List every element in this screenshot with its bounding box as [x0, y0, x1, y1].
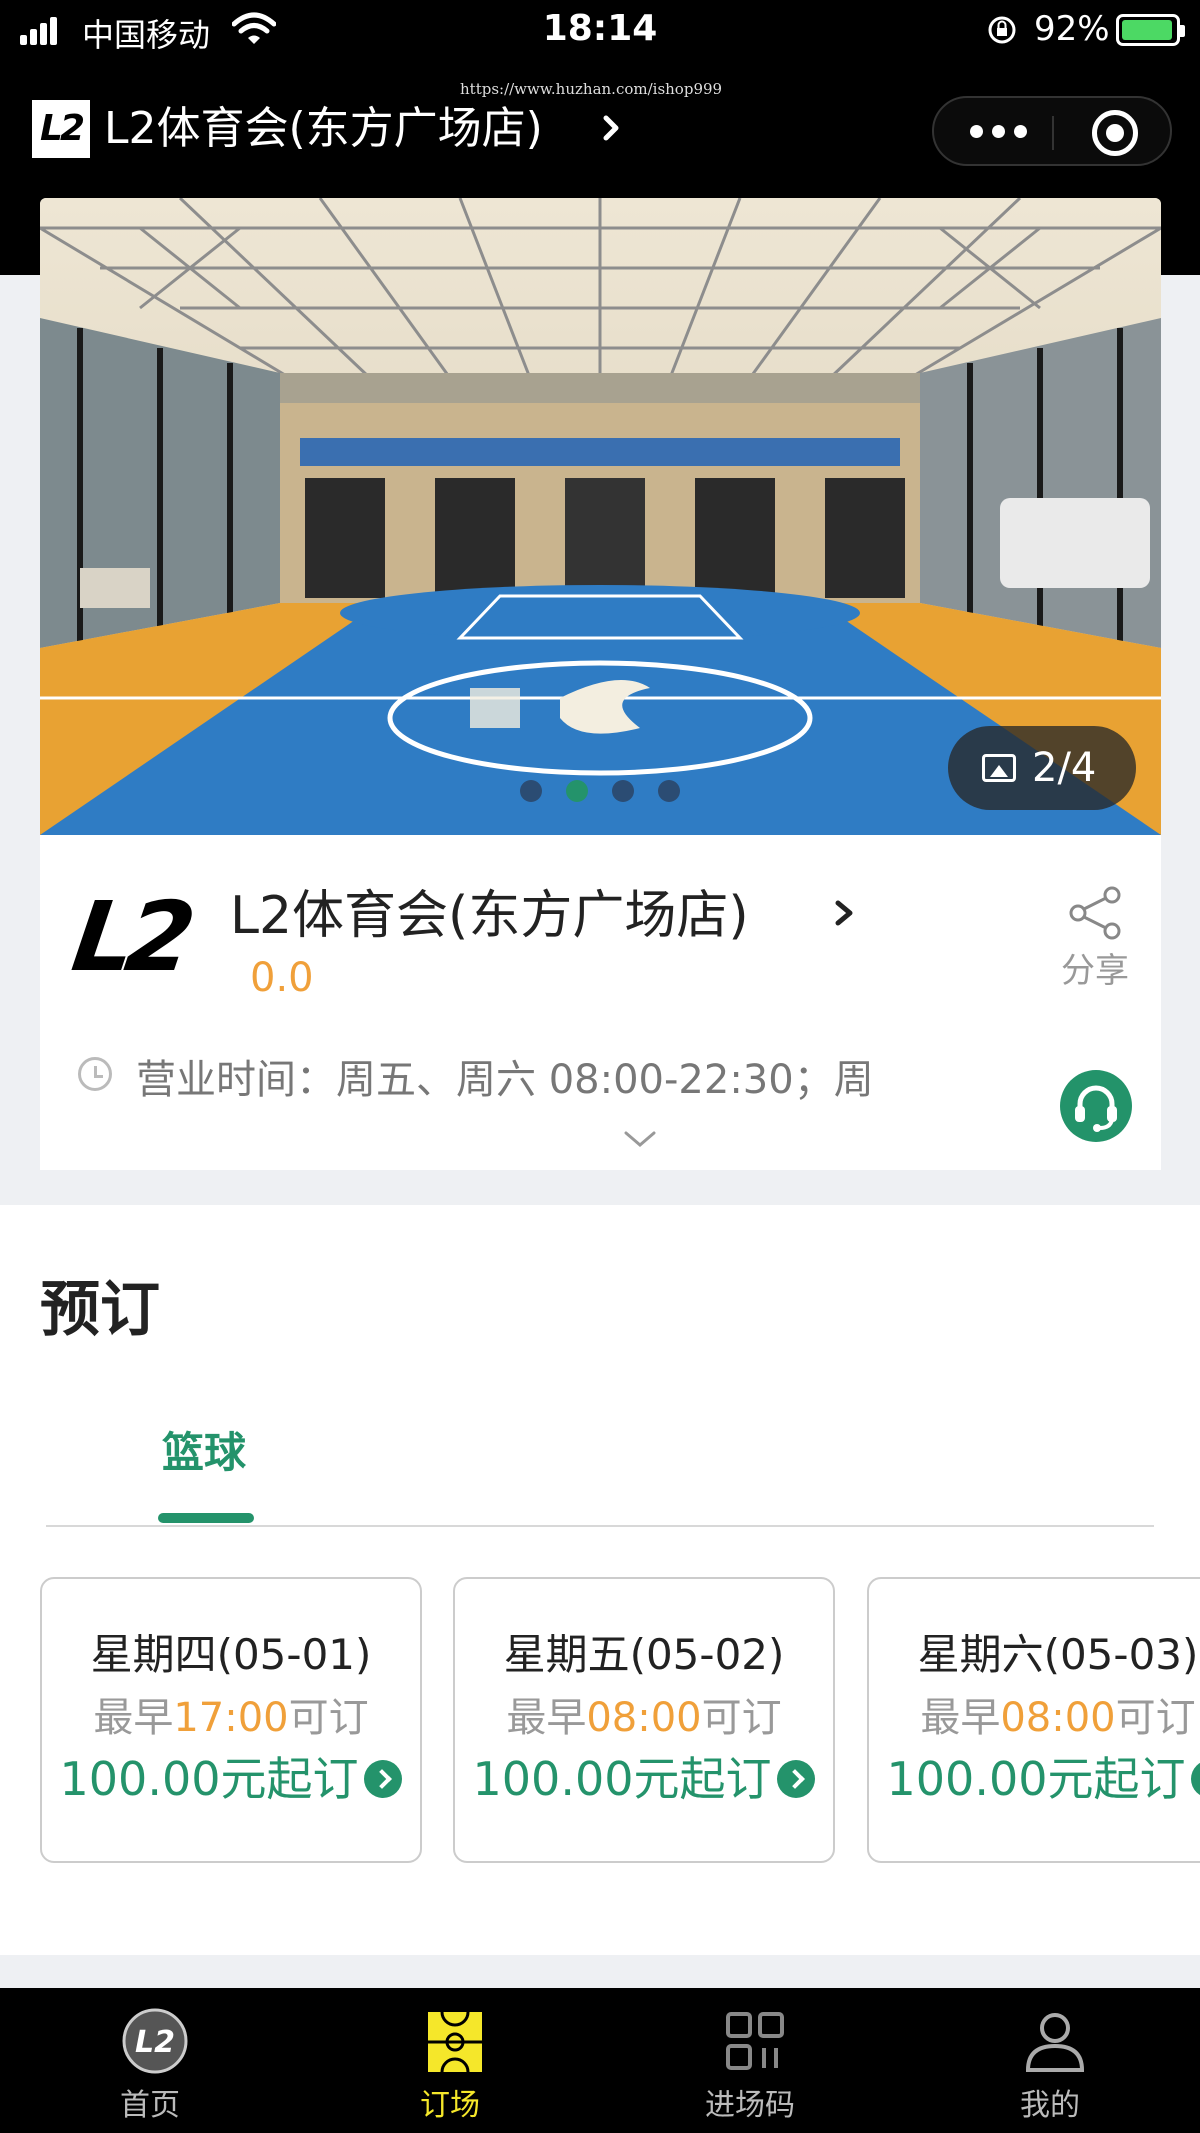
day-label: 星期五(05-02): [503, 1630, 785, 1679]
svg-text:L2: L2: [135, 2025, 175, 2060]
bottom-tab-bar: L2 首页 订场 进场码 我的: [0, 1988, 1200, 2133]
arrow-right-circle-icon[interactable]: [777, 1759, 816, 1798]
business-hours: 营业时间：周五、周六 08:00-22:30；周: [136, 1057, 874, 1103]
tab-booking[interactable]: 订场: [300, 1988, 600, 2133]
tab-entry-code[interactable]: 进场码: [600, 1988, 900, 2133]
nav-bar: L2 L2体育会(东方广场店): [0, 60, 1200, 195]
carousel-dot-active[interactable]: [566, 780, 588, 802]
photo-counter-badge[interactable]: 2/4: [948, 726, 1136, 810]
rotation-lock-icon: [988, 16, 1016, 44]
chevron-right-icon[interactable]: [600, 110, 624, 146]
earliest-time: 最早08:00可订: [506, 1695, 782, 1741]
day-card[interactable]: 星期五(05-02) 最早08:00可订 100.00元起订: [453, 1577, 835, 1863]
mini-program-capsule: [932, 96, 1172, 166]
chevron-down-icon[interactable]: [622, 1127, 658, 1151]
battery-icon: [1116, 14, 1185, 46]
carousel-dot[interactable]: [520, 780, 542, 802]
share-label[interactable]: 分享: [1040, 943, 1150, 992]
headset-icon: [1075, 1085, 1117, 1132]
tab-divider: [46, 1525, 1154, 1527]
photo-counter-text: 2/4: [1032, 745, 1097, 791]
tab-label: 订场: [420, 2088, 480, 2123]
carousel-dots: [520, 780, 720, 804]
tab-profile[interactable]: 我的: [900, 1988, 1200, 2133]
carousel-dot[interactable]: [612, 780, 634, 802]
start-price: 100.00元起订: [42, 1743, 420, 1809]
clock-icon: [78, 1057, 112, 1091]
venue-rating: 0.0: [250, 955, 314, 1001]
arrow-right-circle-icon[interactable]: [1191, 1759, 1200, 1798]
day-card[interactable]: 星期六(05-03) 最早08:00可订 100.00元起订: [867, 1577, 1200, 1863]
booking-section: 预订 篮球 星期四(05-01) 最早17:00可订 100.00元起订 星期五…: [0, 1205, 1200, 1955]
venue-name[interactable]: L2体育会(东方广场店): [230, 873, 749, 948]
qr-grid-icon: [726, 2012, 784, 2070]
day-label: 星期四(05-01): [90, 1630, 372, 1679]
arrow-right-circle-icon[interactable]: [364, 1759, 403, 1798]
earliest-time: 最早08:00可订: [920, 1695, 1196, 1741]
venue-photo-carousel[interactable]: 2/4: [40, 198, 1161, 835]
day-label: 星期六(05-03): [917, 1630, 1199, 1679]
clock: 18:14: [542, 8, 658, 49]
court-icon: [428, 2011, 482, 2073]
tab-basketball[interactable]: 篮球: [162, 1419, 246, 1480]
earliest-time: 最早17:00可订: [93, 1695, 369, 1741]
tab-active-indicator: [158, 1513, 254, 1523]
booking-title: 预订: [40, 1275, 160, 1345]
close-target-icon[interactable]: [1092, 110, 1138, 156]
start-price: 100.00元起订: [455, 1743, 833, 1809]
tab-home[interactable]: L2 首页: [0, 1988, 300, 2133]
tab-label: 进场码: [705, 2088, 795, 2123]
image-icon: [982, 754, 1016, 782]
chevron-right-icon[interactable]: [830, 893, 860, 933]
tab-label: 首页: [120, 2088, 180, 2123]
venue-logo: L2: [66, 881, 194, 993]
tab-label: 我的: [1020, 2088, 1080, 2123]
status-bar: 中国移动 18:14 92%: [0, 0, 1200, 60]
share-icon[interactable]: [1050, 885, 1140, 945]
customer-service-button[interactable]: [1060, 1070, 1132, 1142]
l2-logo-icon: L2: [122, 2008, 188, 2074]
user-icon: [1025, 2013, 1085, 2072]
day-card[interactable]: 星期四(05-01) 最早17:00可订 100.00元起订: [40, 1577, 422, 1863]
capsule-divider: [1052, 116, 1054, 150]
nav-title[interactable]: L2体育会(东方广场店): [104, 100, 543, 158]
nav-logo[interactable]: L2: [32, 100, 90, 158]
battery-percent: 92%: [1034, 9, 1110, 49]
start-price: 100.00元起订: [869, 1743, 1200, 1809]
venue-info-card: L2 L2体育会(东方广场店) 0.0 分享 营业时间：周五、周六 08:00-…: [40, 835, 1161, 1170]
more-icon[interactable]: [970, 120, 1030, 144]
carousel-dot[interactable]: [658, 780, 680, 802]
